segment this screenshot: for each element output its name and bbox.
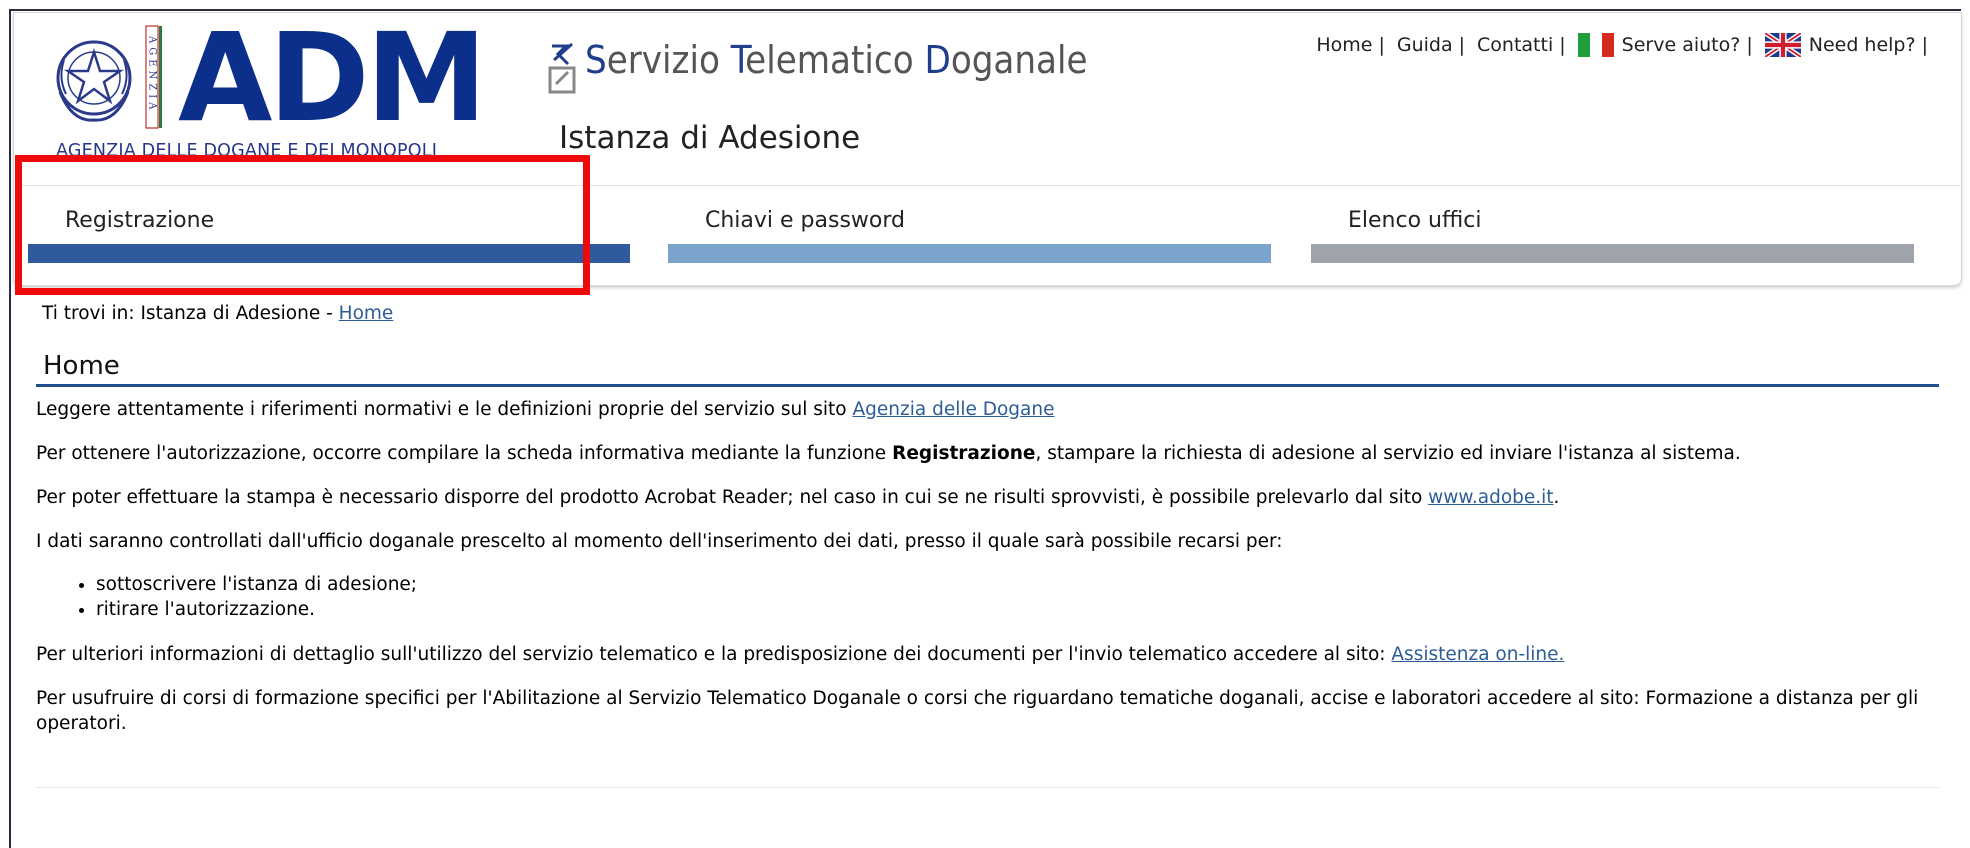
- top-link-guida[interactable]: Guida: [1397, 34, 1453, 56]
- service-title: Servizio Telematico Doganale: [585, 38, 1088, 82]
- top-link-contatti[interactable]: Contatti: [1477, 34, 1553, 56]
- paragraph-stampa: Per poter effettuare la stampa è necessa…: [36, 487, 1560, 508]
- adobe-link[interactable]: www.adobe.it: [1428, 487, 1553, 508]
- page-subtitle: Istanza di Adesione: [559, 120, 861, 156]
- service-logo-icon: [548, 40, 578, 100]
- breadcrumb-home-link[interactable]: Home: [339, 303, 394, 324]
- page-title: Home: [43, 351, 120, 381]
- agenzia-dogane-link[interactable]: Agenzia delle Dogane: [853, 399, 1055, 420]
- bottom-divider: [36, 787, 1939, 788]
- tab-label: Registrazione: [65, 208, 215, 233]
- tab-bar: [28, 244, 630, 263]
- assistenza-online-link[interactable]: Assistenza on-line.: [1391, 644, 1564, 665]
- logo-acronym: ADM: [178, 7, 487, 149]
- tab-label: Chiavi e password: [705, 208, 905, 233]
- top-link-serve-aiuto[interactable]: Serve aiuto?: [1622, 34, 1741, 56]
- emblem-icon: [56, 40, 132, 122]
- requirements-list: sottoscrivere l'istanza di adesione; rit…: [36, 572, 417, 622]
- logo-caption: AGENZIA DELLE DOGANE E DEI MONOPOLI: [56, 141, 438, 161]
- paragraph-controllo: I dati saranno controllati dall'ufficio …: [36, 531, 1283, 552]
- title-underline: [36, 384, 1939, 387]
- paragraph-assistenza: Per ulteriori informazioni di dettaglio …: [36, 644, 1565, 665]
- italian-flag-icon: [1577, 33, 1614, 57]
- list-item: ritirare l'autorizzazione.: [96, 597, 417, 622]
- uk-flag-icon: [1763, 31, 1803, 59]
- tab-label: Elenco uffici: [1348, 208, 1482, 233]
- top-link-need-help[interactable]: Need help?: [1809, 34, 1916, 56]
- breadcrumb-prefix: Ti trovi in: Istanza di Adesione -: [42, 303, 339, 324]
- tab-elenco-uffici[interactable]: Elenco uffici: [1311, 208, 1914, 268]
- tab-registrazione[interactable]: Registrazione: [28, 208, 630, 268]
- top-links: Home | Guida | Contatti | Serve aiuto? | Nee…: [1316, 31, 1928, 59]
- list-item: sottoscrivere l'istanza di adesione;: [96, 572, 417, 597]
- breadcrumb: Ti trovi in: Istanza di Adesione - Home: [42, 303, 393, 324]
- top-link-home[interactable]: Home: [1316, 34, 1372, 56]
- tab-bar: [668, 244, 1271, 263]
- header-divider: [14, 185, 1961, 186]
- tab-bar: [1311, 244, 1914, 263]
- tab-chiavi-e-password[interactable]: Chiavi e password: [668, 208, 1271, 268]
- paragraph-formazione: Per usufruire di corsi di formazione spe…: [36, 688, 1919, 734]
- paragraph-autorizzazione: Per ottenere l'autorizzazione, occorre c…: [36, 443, 1741, 464]
- logo-vertical-text: AGENZIA: [147, 35, 158, 113]
- paragraph-riferimenti: Leggere attentamente i riferimenti norma…: [36, 399, 1055, 420]
